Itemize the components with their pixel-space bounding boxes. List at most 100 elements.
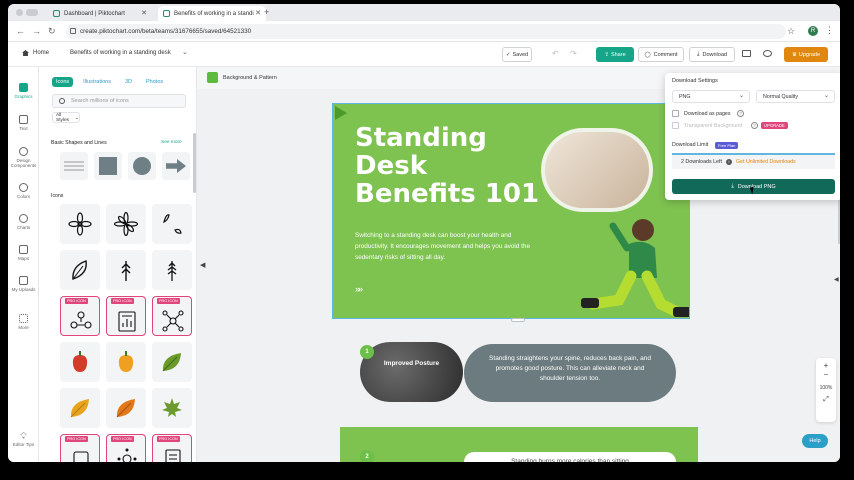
- icon-tile-autumn-leaf[interactable]: [60, 388, 100, 428]
- free-plan-badge: Free Plan: [715, 142, 739, 149]
- browser-tab-dashboard[interactable]: Dashboard | Piktochart ✕: [48, 6, 152, 21]
- person-illustration[interactable]: [581, 208, 690, 319]
- graphics-icon: [19, 83, 28, 92]
- quality-select[interactable]: Normal Quality ⌄: [756, 90, 835, 103]
- circle-shape[interactable]: [128, 152, 156, 180]
- sidebar-toggle-icon[interactable]: [26, 9, 38, 16]
- icon-tile-fern[interactable]: [152, 250, 192, 290]
- home-button[interactable]: Home: [22, 50, 49, 56]
- icon-tile-orange-leaf[interactable]: [106, 388, 146, 428]
- design-page-header[interactable]: Standing Desk Benefits 101 Switching to …: [332, 103, 690, 319]
- icon-tile-pro-molecule[interactable]: PRO ICON: [152, 296, 192, 336]
- icon-tile-maple-leaf[interactable]: [152, 388, 192, 428]
- rail-item-maps[interactable]: Maps: [8, 245, 39, 261]
- upgrade-badge[interactable]: UPGRADE: [761, 122, 788, 129]
- help-circle-icon[interactable]: ?: [751, 122, 758, 129]
- icon-tile-green-leaf[interactable]: [152, 342, 192, 382]
- rail-item-my-uploads[interactable]: My Uploads: [8, 276, 39, 292]
- url-field[interactable]: create.piktochart.com/beta/teams/3167665…: [66, 24, 786, 39]
- new-tab-icon[interactable]: +: [264, 7, 269, 17]
- arrow-shape[interactable]: [162, 152, 190, 180]
- close-tab-icon[interactable]: ✕: [255, 9, 261, 17]
- step-number-1: 1: [360, 345, 374, 359]
- info-icon[interactable]: i: [725, 159, 732, 165]
- rail-item-charts[interactable]: Charts: [8, 214, 39, 230]
- download-button[interactable]: ⤓ Download: [689, 47, 735, 62]
- icon-tile-pro-gear[interactable]: PRO ICON: [106, 434, 146, 462]
- icon-tile-leaves[interactable]: [152, 204, 192, 244]
- downloads-left-text: 2 Downloads Left: [681, 159, 722, 165]
- rail-item-more[interactable]: More: [8, 314, 39, 330]
- bookmark-star-icon[interactable]: ☆: [787, 26, 795, 37]
- reload-icon[interactable]: ↻: [48, 26, 56, 37]
- share-button[interactable]: ⇪ Share: [596, 47, 634, 62]
- editor-tips[interactable]: 💡︎ Editor Tips: [8, 431, 39, 447]
- icon-tile-flower[interactable]: [60, 204, 100, 244]
- document-title[interactable]: Benefits of working in a standing desk: [70, 50, 171, 56]
- present-icon[interactable]: [742, 50, 751, 57]
- saved-status-button[interactable]: ✓ Saved: [502, 47, 532, 62]
- background-swatch[interactable]: [207, 72, 218, 83]
- panel-scrollbar[interactable]: [193, 133, 196, 193]
- zoom-in-button[interactable]: +: [816, 361, 836, 370]
- tab-icons[interactable]: Icons: [52, 77, 74, 87]
- icon-tile-pro-document[interactable]: PRO ICON: [152, 434, 192, 462]
- comment-button[interactable]: ◯ Comment: [638, 47, 684, 62]
- icon-tile-pro-report[interactable]: PRO ICON: [106, 296, 146, 336]
- tab-illustrations[interactable]: Illustrations: [79, 77, 115, 87]
- style-filter-select[interactable]: All Styles ⌄: [52, 112, 80, 123]
- preview-eye-icon[interactable]: [763, 50, 772, 57]
- background-pattern-label[interactable]: Background & Pattern: [223, 75, 277, 81]
- rail-item-graphics[interactable]: Graphics: [8, 83, 39, 99]
- see-more-link[interactable]: See more: [161, 140, 182, 145]
- rail-item-text[interactable]: Text: [8, 115, 39, 131]
- icon-tile-sprout[interactable]: [106, 250, 146, 290]
- site-info-icon[interactable]: [70, 28, 76, 34]
- help-button[interactable]: Help: [802, 434, 828, 448]
- rail-item-colors[interactable]: Colors: [8, 183, 39, 199]
- office-photo[interactable]: [541, 128, 653, 212]
- download-as-pages-checkbox[interactable]: [672, 110, 679, 117]
- page-title[interactable]: Standing Desk Benefits 101: [355, 124, 555, 208]
- collapse-panel-icon[interactable]: ◀: [200, 261, 208, 275]
- browser-menu-icon[interactable]: ⋮: [825, 25, 834, 36]
- calories-description[interactable]: Standing burns more calories than sittin…: [464, 452, 676, 462]
- tab-3d[interactable]: 3D: [121, 77, 136, 87]
- icon-tile-leaf[interactable]: [60, 250, 100, 290]
- expand-right-icon[interactable]: ◀: [834, 276, 839, 283]
- redo-icon[interactable]: ↷: [570, 49, 577, 58]
- page-body-text[interactable]: Switching to a standing desk can boost y…: [355, 230, 537, 263]
- transparent-bg-checkbox[interactable]: [672, 122, 679, 129]
- square-shape[interactable]: [94, 152, 122, 180]
- window-control[interactable]: [16, 9, 23, 16]
- search-placeholder: Search millions of icons: [71, 98, 129, 104]
- help-circle-icon[interactable]: ?: [737, 110, 744, 117]
- icon-search-input[interactable]: Search millions of icons: [52, 94, 186, 108]
- get-unlimited-link[interactable]: Get Unlimited Downloads: [736, 159, 796, 165]
- posture-description[interactable]: Standing straightens your spine, reduces…: [464, 344, 676, 402]
- posture-label[interactable]: Improved Posture: [360, 359, 463, 368]
- zoom-level[interactable]: 100%: [816, 385, 836, 391]
- undo-icon[interactable]: ↶: [552, 49, 559, 58]
- fit-screen-icon[interactable]: ⤢: [816, 396, 836, 404]
- icon-tile-flower-2[interactable]: [106, 204, 146, 244]
- format-select[interactable]: PNG ⌄: [672, 90, 750, 103]
- back-icon[interactable]: ←: [16, 26, 25, 36]
- lines-shape[interactable]: [60, 152, 88, 180]
- maple-leaf-icon: [162, 398, 182, 417]
- profile-avatar[interactable]: R: [808, 26, 818, 36]
- rail-item-label: Maps: [17, 256, 29, 261]
- tab-photos[interactable]: Photos: [142, 77, 167, 87]
- close-tab-icon[interactable]: ✕: [141, 9, 147, 17]
- upgrade-button[interactable]: ♛ Upgrade: [784, 47, 828, 62]
- chevron-down-icon[interactable]: ⌄: [182, 48, 188, 56]
- icon-tile-bell-pepper[interactable]: [60, 342, 100, 382]
- zoom-out-button[interactable]: −: [816, 370, 836, 379]
- rail-item-design-components[interactable]: Design Components: [8, 147, 39, 168]
- icon-tile-pro-device[interactable]: PRO ICON: [60, 434, 100, 462]
- browser-tab-active[interactable]: Benefits of working in a standi ✕: [158, 6, 266, 21]
- forward-icon[interactable]: →: [32, 26, 41, 36]
- icon-tile-pumpkin[interactable]: [106, 342, 146, 382]
- icon-tile-pro-network[interactable]: PRO ICON: [60, 296, 100, 336]
- posture-image-pill[interactable]: Improved Posture: [360, 342, 463, 402]
